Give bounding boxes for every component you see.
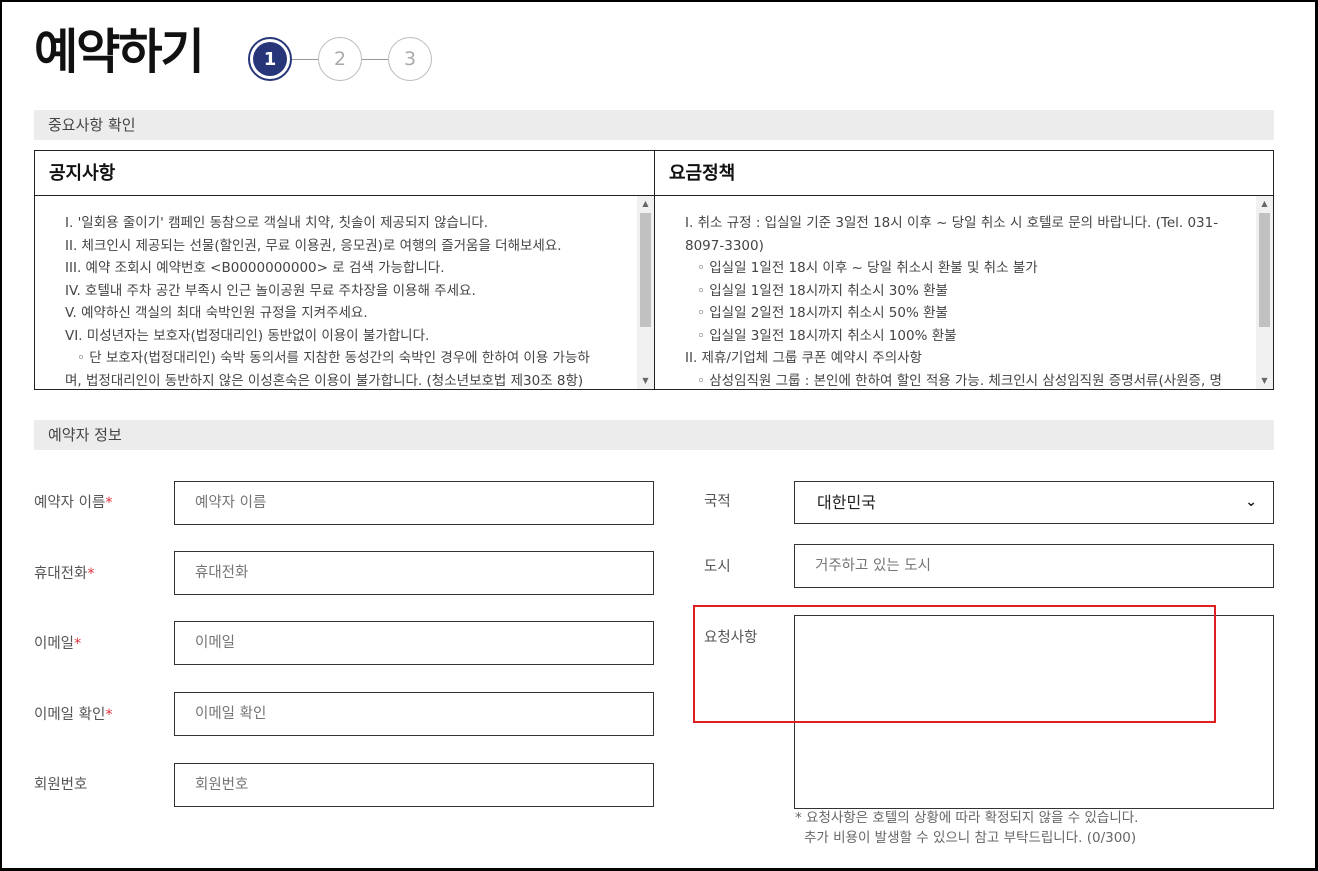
request-hint-line: 추가 비용이 발생할 수 있으니 참고 부탁드립니다. (0/300) bbox=[804, 829, 1137, 846]
member-number-input[interactable] bbox=[174, 763, 654, 807]
step-1-number: 1 bbox=[253, 42, 287, 76]
chevron-down-icon: ⌄ bbox=[1245, 494, 1257, 510]
notice-line: IV. 호텔내 주차 공간 부족시 인근 놀이공원 무료 주차장을 이용해 주세… bbox=[65, 282, 476, 299]
section-booker: 예약자 정보 bbox=[34, 420, 1274, 450]
email-input[interactable] bbox=[174, 621, 654, 665]
scroll-thumb[interactable] bbox=[1259, 213, 1270, 327]
phone-label: 휴대전화* bbox=[34, 562, 95, 583]
notice-content[interactable]: I. '일회용 줄이기' 캠페인 동참으로 객실내 치약, 칫솔이 제공되지 않… bbox=[35, 196, 636, 389]
notice-line: I. '일회용 줄이기' 캠페인 동참으로 객실내 치약, 칫솔이 제공되지 않… bbox=[65, 215, 489, 231]
policy-column: 요금정책 I. 취소 규정 : 입실일 기준 3일전 18시 이후 ~ 당일 취… bbox=[654, 151, 1273, 389]
nationality-select[interactable]: 대한민국 ⌄ bbox=[794, 481, 1274, 524]
email-confirm-input[interactable] bbox=[174, 692, 654, 736]
policy-line: ◦ 입실일 1일전 18시까지 취소시 30% 환불 bbox=[697, 282, 948, 299]
notice-title: 공지사항 bbox=[35, 151, 654, 196]
required-mark: * bbox=[105, 495, 113, 511]
request-textarea[interactable] bbox=[794, 615, 1274, 809]
notice-line: 며, 법정대리인이 동반하지 않은 이성혼숙은 이용이 불가합니다. (청소년보… bbox=[65, 372, 584, 389]
policy-line: ◦ 입실일 3일전 18시까지 취소시 100% 환불 bbox=[697, 327, 957, 344]
request-label: 요청사항 bbox=[704, 630, 758, 646]
step-connector bbox=[362, 58, 388, 60]
required-mark: * bbox=[105, 707, 113, 723]
notice-panel: 공지사항 I. '일회용 줄이기' 캠페인 동참으로 객실내 치약, 칫솔이 제… bbox=[34, 150, 1274, 390]
email-confirm-label: 이메일 확인* bbox=[34, 703, 113, 724]
step-connector bbox=[292, 58, 318, 60]
name-label: 예약자 이름* bbox=[34, 491, 113, 512]
notice-line: II. 체크인시 제공되는 선물(할인권, 무료 이용권, 응모권)로 여행의 … bbox=[65, 237, 562, 254]
scroll-up-icon[interactable]: ▲ bbox=[637, 196, 654, 212]
scroll-thumb[interactable] bbox=[640, 213, 651, 327]
nationality-label: 국적 bbox=[704, 494, 731, 510]
scroll-up-icon[interactable]: ▲ bbox=[1256, 196, 1273, 212]
email-label-text: 이메일 bbox=[34, 636, 75, 652]
request-hint: * 요청사항은 호텔의 상황에 따라 확정되지 않을 수 있습니다. 추가 비용… bbox=[795, 809, 1138, 848]
notice-line: III. 예약 조회시 예약번호 <B0000000000> 로 검색 가능합니… bbox=[65, 260, 445, 276]
policy-title: 요금정책 bbox=[655, 151, 1273, 196]
request-hint-line: * 요청사항은 호텔의 상황에 따라 확정되지 않을 수 있습니다. bbox=[795, 810, 1139, 826]
policy-line: I. 취소 규정 : 입실일 기준 3일전 18시 이후 ~ 당일 취소 시 호… bbox=[685, 215, 1219, 231]
required-mark: * bbox=[74, 636, 82, 652]
policy-content[interactable]: I. 취소 규정 : 입실일 기준 3일전 18시 이후 ~ 당일 취소 시 호… bbox=[655, 196, 1255, 389]
notice-column: 공지사항 I. '일회용 줄이기' 캠페인 동참으로 객실내 치약, 칫솔이 제… bbox=[35, 151, 654, 389]
policy-line: ◦ 삼성임직원 그룹 : 본인에 한하여 할인 적용 가능. 체크인시 삼성임직… bbox=[697, 372, 1222, 389]
step-3: 3 bbox=[388, 37, 432, 81]
member-label: 회원번호 bbox=[34, 777, 88, 793]
notice-line: ◦ 단 보호자(법정대리인) 숙박 동의서를 지참한 동성간의 숙박인 경우에 … bbox=[77, 350, 590, 366]
email-confirm-label-text: 이메일 확인 bbox=[34, 707, 106, 723]
notice-line: VI. 미성년자는 보호자(법정대리인) 동반없이 이용이 불가합니다. bbox=[65, 327, 430, 344]
policy-scrollbar[interactable]: ▲ ▼ bbox=[1256, 196, 1273, 389]
nationality-value: 대한민국 bbox=[817, 493, 876, 512]
page-title: 예약하기 bbox=[34, 24, 205, 80]
city-input[interactable] bbox=[794, 544, 1274, 588]
name-label-text: 예약자 이름 bbox=[34, 495, 106, 511]
notice-line: V. 예약하신 객실의 최대 숙박인원 규정을 지켜주세요. bbox=[65, 305, 368, 321]
policy-line: ◦ 입실일 1일전 18시 이후 ~ 당일 취소시 환불 및 취소 불가 bbox=[697, 260, 1038, 276]
step-1: 1 bbox=[248, 37, 292, 81]
step-2: 2 bbox=[318, 37, 362, 81]
notice-scrollbar[interactable]: ▲ ▼ bbox=[637, 196, 654, 389]
city-label: 도시 bbox=[704, 559, 731, 575]
name-input[interactable] bbox=[174, 481, 654, 525]
required-mark: * bbox=[87, 566, 95, 582]
policy-line: II. 제휴/기업체 그룹 쿠폰 예약시 주의사항 bbox=[685, 350, 922, 366]
step-indicator: 1 2 3 bbox=[248, 37, 432, 81]
section-important: 중요사항 확인 bbox=[34, 110, 1274, 140]
scroll-down-icon[interactable]: ▼ bbox=[637, 373, 654, 389]
policy-line: ◦ 입실일 2일전 18시까지 취소시 50% 환불 bbox=[697, 305, 948, 321]
email-label: 이메일* bbox=[34, 632, 81, 653]
scroll-down-icon[interactable]: ▼ bbox=[1256, 373, 1273, 389]
phone-input[interactable] bbox=[174, 551, 654, 595]
policy-line: 8097-3300) bbox=[685, 237, 764, 254]
phone-label-text: 휴대전화 bbox=[34, 566, 88, 582]
